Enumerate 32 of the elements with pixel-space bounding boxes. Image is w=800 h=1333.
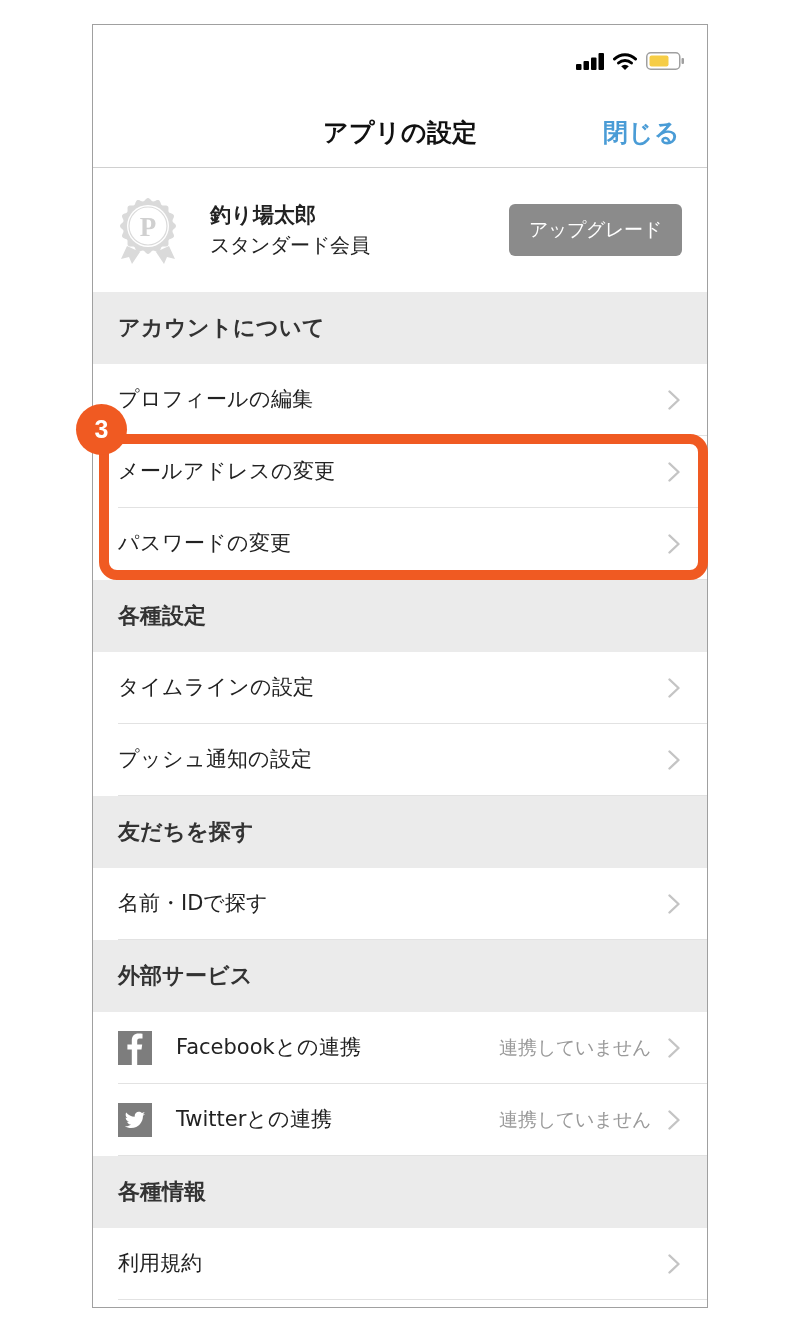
settings-item[interactable]: タイムラインの設定 bbox=[118, 674, 314, 701]
section-header: 外部サービス bbox=[93, 940, 707, 1012]
chevron-icon bbox=[668, 1037, 680, 1058]
chevron-icon bbox=[668, 389, 680, 410]
section-header: 各種情報 bbox=[93, 1156, 707, 1228]
chevron-icon bbox=[668, 533, 680, 554]
settings-item[interactable]: プッシュ通知の設定 bbox=[118, 746, 312, 773]
wifi-icon bbox=[613, 52, 637, 70]
settings-item[interactable]: メールアドレスの変更 bbox=[118, 458, 335, 485]
membership-level: スタンダード会員 bbox=[210, 231, 370, 258]
user-name: 釣り場太郎 bbox=[210, 202, 316, 230]
chevron-icon bbox=[668, 893, 680, 914]
settings-item[interactable]: Facebookとの連携 bbox=[176, 1034, 361, 1061]
settings-item[interactable]: パスワードの変更 bbox=[118, 530, 291, 557]
battery-icon bbox=[646, 52, 684, 70]
twitter-icon bbox=[118, 1102, 152, 1137]
chevron-icon bbox=[668, 749, 680, 770]
link-status: 連携していません bbox=[499, 1108, 651, 1131]
facebook-icon bbox=[118, 1030, 152, 1065]
settings-item[interactable]: 利用規約 bbox=[118, 1250, 202, 1277]
section-header: アカウントについて bbox=[93, 292, 707, 364]
chevron-icon bbox=[668, 1253, 680, 1274]
section-header: 友だちを探す bbox=[93, 796, 707, 868]
link-status: 連携していません bbox=[499, 1036, 651, 1059]
settings-item[interactable]: Twitterとの連携 bbox=[176, 1106, 333, 1133]
chevron-icon bbox=[668, 1109, 680, 1130]
chevron-icon bbox=[668, 461, 680, 482]
screen-title: アプリの設定 bbox=[323, 116, 477, 149]
signal-icon bbox=[576, 52, 604, 70]
settings-item[interactable]: 名前・IDで探す bbox=[118, 890, 269, 917]
chevron-icon bbox=[668, 677, 680, 698]
section-header: 各種設定 bbox=[93, 580, 707, 652]
